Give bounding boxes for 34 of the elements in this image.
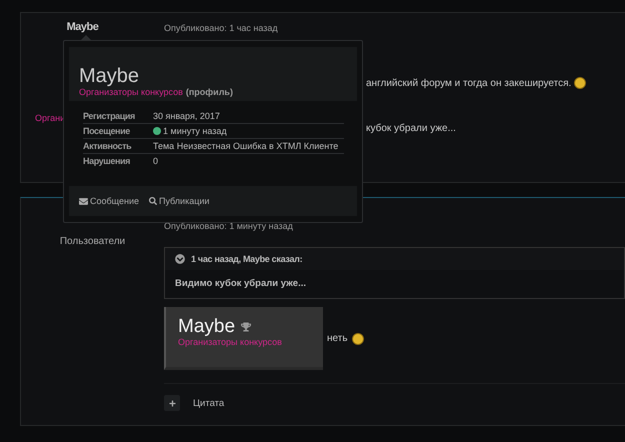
author-name[interactable]: Maybe [66,21,98,33]
smiley-icon [352,332,364,344]
profile-name: Maybe [79,65,140,87]
search-icon [148,197,157,205]
online-dot [153,127,161,135]
chevron-down-icon[interactable] [175,254,185,264]
profile-link[interactable]: (профиль) [186,87,233,97]
author-group: Пользователи [60,236,126,247]
stat-label: Регистрация [83,111,136,121]
posts-link[interactable]: Публикации [148,196,210,206]
plus-icon [168,400,176,406]
post-text: неть [327,333,348,344]
trophy-icon [241,322,252,332]
quote-label[interactable]: Цитата [193,398,224,408]
post-meta: Опубликовано: 1 минуту назад [164,221,294,231]
smiley-icon [574,77,586,89]
profile-group: Организаторы конкурсов [79,87,183,97]
stat-value: Тема Неизвестная Ошибка в ХТМЛ Клиенте [153,141,340,151]
post-text: английский форум и тогда он закешируется. [366,77,625,89]
post-meta: Опубликовано: 1 час назад [164,23,279,33]
envelope-icon [79,196,88,206]
stat-value: 30 января, 2017 [153,111,221,121]
message-link[interactable]: Сообщение [79,196,139,206]
stat-label: Активность [83,141,132,151]
signature-name: Maybe [178,317,236,337]
quote-header: 1 час назад, Maybe сказал: [191,254,302,264]
stat-value: 0 [153,156,160,166]
stat-label: Посещение [83,126,131,136]
stat-value: 1 минуту назад [153,126,344,136]
signature-group: Организаторы конкурсов [178,337,282,347]
add-quote-button[interactable] [164,395,180,411]
quote-text: Видимо кубок убрали уже... [174,277,307,291]
post-text: кубок убрали уже... [366,123,457,134]
stat-label: Нарушения [83,156,132,166]
